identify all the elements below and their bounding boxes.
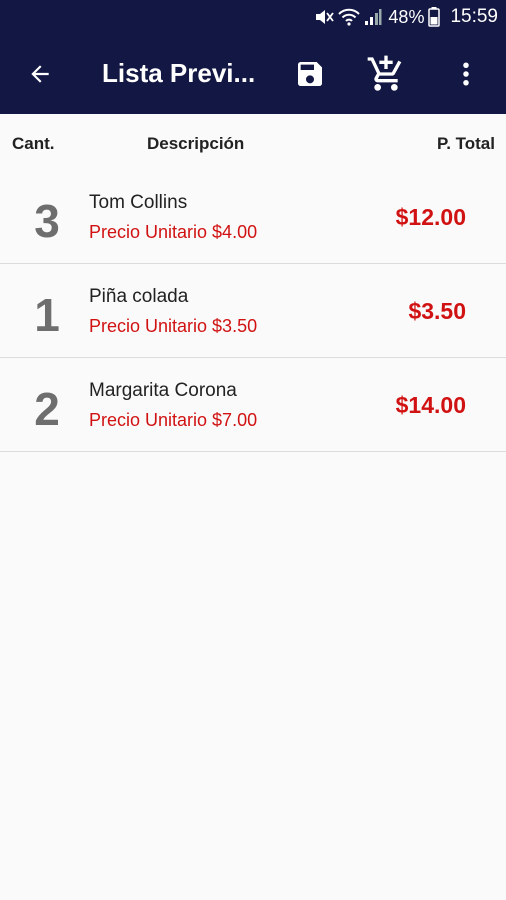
page-title: Lista Previ... [102,58,256,88]
column-description: Descripción [147,134,245,153]
mute-icon [314,8,335,26]
battery-percent: 48% [388,6,425,27]
item-quantity: 2 [34,383,60,435]
order-list: 3 Tom Collins Precio Unitario $4.00 $12.… [0,170,506,452]
more-options-button[interactable] [444,52,488,96]
more-vert-icon [463,62,469,86]
back-button[interactable] [20,54,60,94]
item-unit-price: Precio Unitario $4.00 [89,222,258,242]
item-quantity: 1 [34,289,60,341]
item-unit-price: Precio Unitario $3.50 [89,316,258,336]
item-name: Piña colada [89,286,189,307]
item-unit-price: Precio Unitario $7.00 [89,410,258,430]
item-total: $12.00 [395,204,466,230]
item-name: Tom Collins [89,192,188,213]
list-item[interactable]: 3 Tom Collins Precio Unitario $4.00 $12.… [0,170,506,264]
item-name: Margarita Corona [89,380,237,401]
wifi-icon [338,8,361,26]
battery-icon [428,7,441,27]
app-bar: Lista Previ... [0,34,506,114]
item-total: $14.00 [395,392,466,418]
item-quantity: 3 [34,195,60,247]
list-item[interactable]: 2 Margarita Corona Precio Unitario $7.00… [0,358,506,452]
column-quantity: Cant. [12,134,55,153]
list-item[interactable]: 1 Piña colada Precio Unitario $3.50 $3.5… [0,264,506,358]
column-header: Cant. Descripción P. Total [0,114,506,170]
save-icon [298,62,322,86]
arrow-left-icon [31,65,49,83]
signal-icon [364,8,382,26]
column-total: P. Total [437,134,495,153]
item-total: $3.50 [408,298,466,324]
save-button[interactable] [288,52,332,96]
add-to-cart-button[interactable] [364,52,408,96]
status-time: 15:59 [450,6,498,27]
status-bar: 48% 15:59 [0,0,506,34]
add-shopping-cart-icon [367,55,402,91]
